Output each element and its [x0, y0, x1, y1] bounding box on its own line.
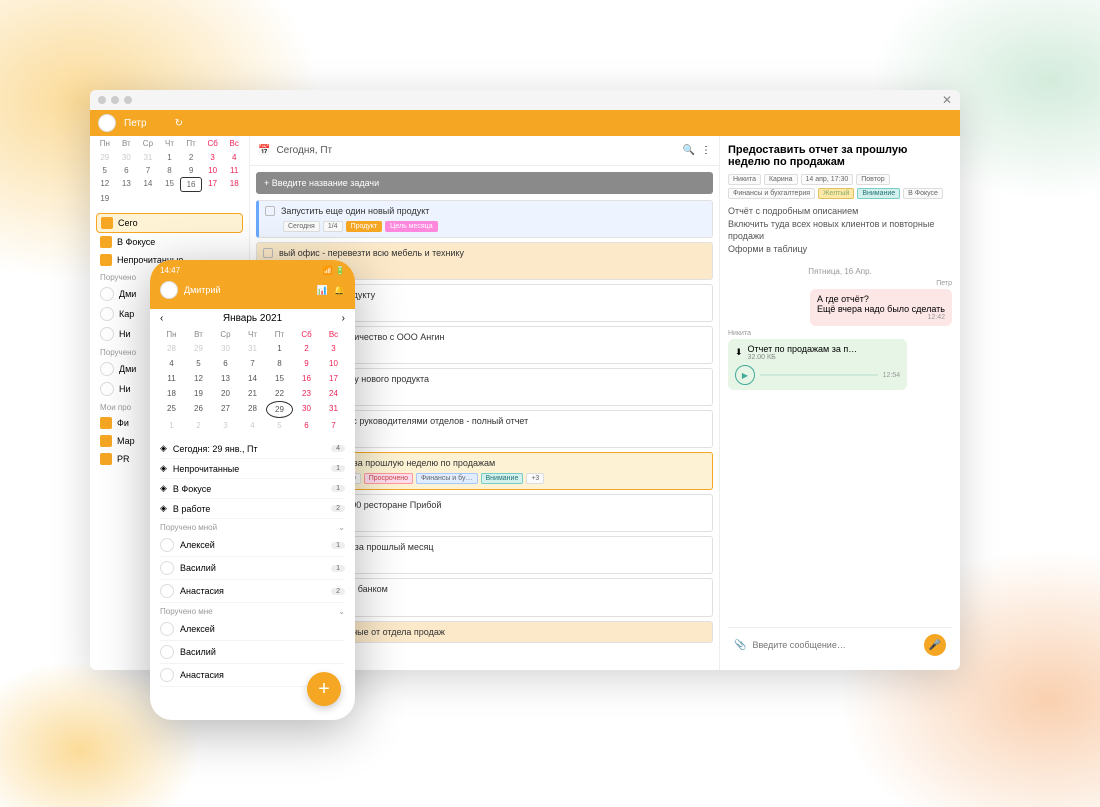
status-time: 14:47	[160, 266, 180, 275]
mobile-person[interactable]: Алексей1	[160, 534, 345, 557]
mobile-person[interactable]: Алексей	[160, 618, 345, 641]
task-checkbox[interactable]	[263, 248, 273, 258]
next-month-button[interactable]: ›	[342, 313, 345, 324]
attach-icon[interactable]: 📎	[734, 640, 746, 651]
detail-tag[interactable]: Повтор	[856, 174, 889, 185]
avatar[interactable]	[98, 114, 116, 132]
window-dot[interactable]	[111, 96, 119, 104]
task-item[interactable]: Запустить еще один новый продуктСегодня1…	[256, 200, 713, 238]
chat-sender: Петр	[728, 280, 952, 287]
detail-tag[interactable]: Внимание	[857, 188, 900, 199]
chat-message: А где отчёт?Ещё вчера надо было сделать …	[810, 289, 952, 326]
detail-tag[interactable]: Карина	[764, 174, 798, 185]
search-icon[interactable]: 🔍	[683, 145, 695, 156]
detail-tags: НикитаКарина14 апр, 17:30Повтор Финансы и…	[728, 174, 952, 199]
close-icon[interactable]: ✕	[942, 93, 952, 107]
add-button[interactable]: +	[307, 672, 341, 706]
detail-description: Отчёт с подробным описаниемВключить туда…	[728, 205, 952, 255]
chat-input[interactable]	[752, 640, 918, 650]
mobile-app-overlay: 14:47 📶 🔋 Дмитрий 📊 🔔 ‹ Январь 2021 › Пн…	[150, 260, 355, 720]
mobile-filter[interactable]: ◈Непрочитанные1	[160, 459, 345, 479]
chat-input-bar: 📎 🎤	[728, 627, 952, 662]
play-icon[interactable]: ▶	[735, 365, 755, 385]
detail-tag[interactable]: Никита	[728, 174, 761, 185]
detail-tag[interactable]: В Фокусе	[903, 188, 943, 199]
avatar[interactable]	[160, 281, 178, 299]
mobile-calendar-header: ПнВтСрЧтПтСбВс	[150, 328, 355, 341]
add-task-input[interactable]: + Введите название задачи	[256, 172, 713, 194]
mobile-filter-list: ◈Сегодня: 29 янв., Пт4◈Непрочитанные1◈В …	[150, 437, 355, 689]
window-dot[interactable]	[124, 96, 132, 104]
mobile-person[interactable]: Анастасия2	[160, 580, 345, 603]
sidebar-filter[interactable]: В Фокусе	[96, 233, 243, 251]
detail-panel: Предоставить отчет за прошлую неделю по …	[720, 136, 960, 670]
chat-time: 12:42	[817, 314, 945, 321]
mobile-filter[interactable]: ◈Сегодня: 29 янв., Пт4	[160, 439, 345, 459]
calendar-header: ПнВтСрЧтПтСбВс	[90, 136, 249, 151]
window-titlebar: ✕	[90, 90, 960, 110]
month-label: Январь 2021	[223, 313, 282, 324]
mobile-user-name: Дмитрий	[184, 285, 221, 295]
status-icons: 📶 🔋	[323, 266, 345, 275]
sidebar-filter[interactable]: Сего	[96, 213, 243, 233]
mobile-calendar-grid[interactable]: 2829303112345678910111213141516171819202…	[150, 341, 355, 437]
sync-icon[interactable]: ↻	[175, 118, 183, 129]
voice-button[interactable]: 🎤	[924, 634, 946, 656]
mobile-filter[interactable]: ◈В работе2	[160, 499, 345, 519]
detail-tag[interactable]: Финансы и бухгалтерия	[728, 188, 815, 199]
chat-time: 12:54	[883, 372, 901, 379]
task-checkbox[interactable]	[265, 206, 275, 216]
calendar-grid[interactable]: 29303112345678910111213141516171819	[90, 151, 249, 209]
file-size: 32.00 КБ	[748, 354, 858, 361]
bell-icon[interactable]: 🔔	[334, 285, 345, 296]
chat-message: ⬇ Отчет по продажам за п… 32.00 КБ ▶ 12:…	[728, 339, 907, 390]
more-icon[interactable]: ⋮	[701, 145, 711, 156]
mobile-person[interactable]: Василий	[160, 641, 345, 664]
window-dot[interactable]	[98, 96, 106, 104]
stats-icon[interactable]: 📊	[317, 285, 328, 296]
task-detail-title: Предоставить отчет за прошлую неделю по …	[728, 144, 952, 168]
main-title: Сегодня, Пт	[276, 145, 676, 156]
chat-sender: Никита	[728, 330, 952, 337]
chat-date: Пятница, 16 Апр.	[728, 267, 952, 276]
detail-tag[interactable]: Желтый	[818, 188, 854, 199]
audio-player[interactable]: ▶ 12:54	[735, 365, 900, 385]
detail-tag[interactable]: 14 апр, 17:30	[801, 174, 854, 185]
app-topbar: Петр ↻	[90, 110, 960, 136]
file-name[interactable]: Отчет по продажам за п…	[748, 344, 858, 354]
mobile-person[interactable]: Василий1	[160, 557, 345, 580]
download-icon[interactable]: ⬇	[735, 347, 743, 358]
mobile-topbar: 14:47 📶 🔋 Дмитрий 📊 🔔	[150, 260, 355, 309]
mobile-calendar-nav: ‹ Январь 2021 ›	[150, 309, 355, 328]
main-header: 📅 Сегодня, Пт 🔍 ⋮	[250, 136, 719, 166]
mobile-filter[interactable]: ◈В Фокусе1	[160, 479, 345, 499]
calendar-icon: 📅	[258, 145, 270, 156]
prev-month-button[interactable]: ‹	[160, 313, 163, 324]
user-name: Петр	[124, 118, 147, 129]
